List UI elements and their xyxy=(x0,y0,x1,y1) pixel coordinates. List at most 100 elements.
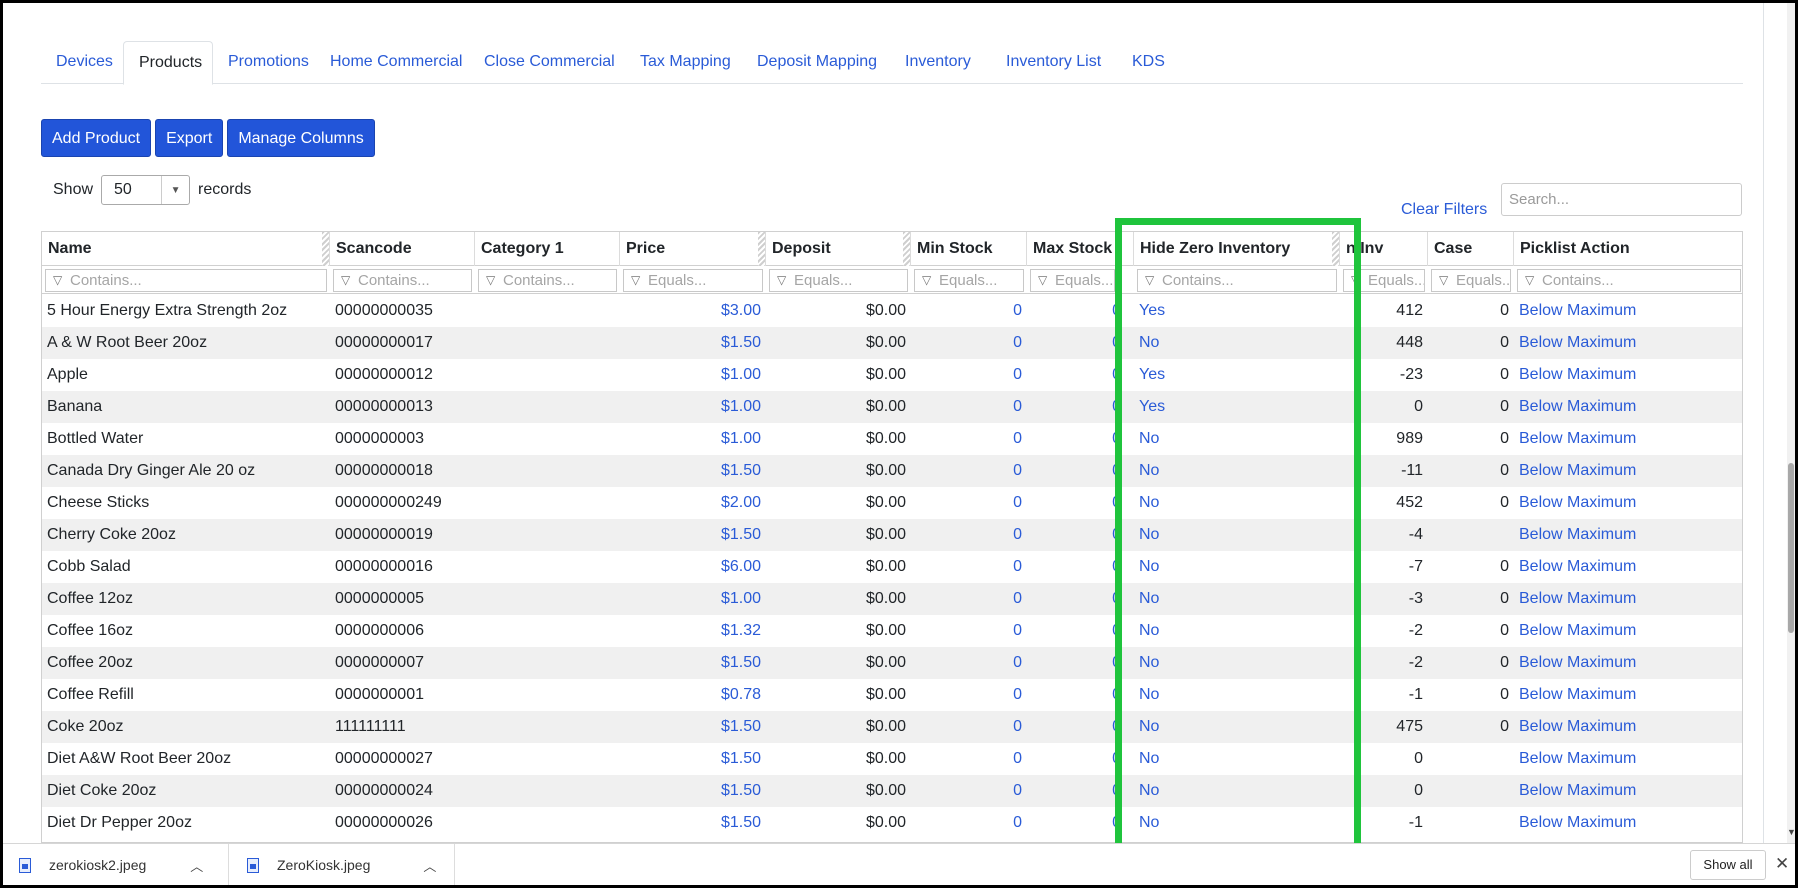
filter-icon[interactable]: ▽ xyxy=(631,270,640,291)
hide-zero-inventory-cell[interactable]: Yes xyxy=(1134,359,1340,391)
manage-columns-button[interactable]: Manage Columns xyxy=(227,119,375,157)
search-input[interactable] xyxy=(1501,183,1742,216)
filter-icon[interactable]: ▽ xyxy=(1351,270,1360,291)
max-stock-cell[interactable]: 0 xyxy=(1027,327,1126,359)
hide-zero-inventory-cell[interactable]: Yes xyxy=(1134,391,1340,423)
max-stock-cell[interactable]: 0 xyxy=(1027,359,1126,391)
picklist-action-cell[interactable]: Below Maximum xyxy=(1514,775,1742,807)
min-stock-cell[interactable]: 0 xyxy=(911,551,1027,583)
min-stock-cell[interactable]: 0 xyxy=(911,519,1027,551)
max-stock-cell[interactable]: 0 xyxy=(1027,519,1126,551)
picklist-action-cell[interactable]: Below Maximum xyxy=(1514,455,1742,487)
price-cell[interactable]: $1.50 xyxy=(620,327,766,359)
table-row[interactable]: Cobb Salad 00000000016 $6.00 $0.00 0 0 No -7 0 Be… xyxy=(42,551,1742,583)
max-stock-cell[interactable]: 0 xyxy=(1027,583,1126,615)
add-product-button[interactable]: Add Product xyxy=(41,119,152,157)
chevron-up-icon[interactable]: ︿ xyxy=(190,856,203,875)
min-stock-cell[interactable]: 0 xyxy=(911,391,1027,423)
min-stock-cell[interactable]: 0 xyxy=(911,775,1027,807)
filter-icon[interactable]: ▽ xyxy=(486,270,495,291)
picklist-action-cell[interactable]: Below Maximum xyxy=(1514,807,1742,839)
picklist-action-cell[interactable]: Below Maximum xyxy=(1514,551,1742,583)
price-cell[interactable]: $0.78 xyxy=(620,679,766,711)
price-cell[interactable]: $1.50 xyxy=(620,455,766,487)
column-header[interactable]: n Inv xyxy=(1340,232,1428,266)
column-filter-input[interactable]: ▽ Contains... xyxy=(478,269,617,292)
max-stock-cell[interactable]: 0 xyxy=(1027,391,1126,423)
column-header[interactable]: Case xyxy=(1428,232,1514,266)
min-stock-cell[interactable]: 0 xyxy=(911,359,1027,391)
price-cell[interactable]: $6.00 xyxy=(620,551,766,583)
hide-zero-inventory-cell[interactable]: No xyxy=(1134,807,1340,839)
column-filter-input[interactable]: ▽ Contains... xyxy=(333,269,472,292)
scroll-down-arrow-icon[interactable]: ▼ xyxy=(1787,827,1795,837)
tab-tax-mapping[interactable]: Tax Mapping xyxy=(625,41,742,84)
filter-icon[interactable]: ▽ xyxy=(1145,270,1154,291)
max-stock-cell[interactable]: 0 xyxy=(1027,775,1126,807)
column-header[interactable]: Deposit xyxy=(766,232,911,266)
picklist-action-cell[interactable]: Below Maximum xyxy=(1514,359,1742,391)
max-stock-cell[interactable]: 0 xyxy=(1027,423,1126,455)
hide-zero-inventory-cell[interactable]: No xyxy=(1134,487,1340,519)
table-row[interactable]: Cheese Sticks 000000000249 $2.00 $0.00 0 0 No 4… xyxy=(42,487,1742,519)
max-stock-cell[interactable]: 0 xyxy=(1027,679,1126,711)
hide-zero-inventory-cell[interactable]: No xyxy=(1134,519,1340,551)
tab-kds[interactable]: KDS xyxy=(1117,41,1177,84)
max-stock-cell[interactable]: 0 xyxy=(1027,807,1126,839)
price-cell[interactable]: $2.00 xyxy=(620,487,766,519)
column-header[interactable]: Min Stock xyxy=(911,232,1027,266)
min-stock-cell[interactable]: 0 xyxy=(911,743,1027,775)
column-header[interactable]: Price xyxy=(620,232,766,266)
column-filter-input[interactable]: ▽ Equals... xyxy=(623,269,763,292)
tab-promotions[interactable]: Promotions xyxy=(213,41,315,84)
price-cell[interactable]: $1.50 xyxy=(620,711,766,743)
table-row[interactable]: Diet A&W Root Beer 20oz 00000000027 $1.50 $… xyxy=(42,743,1742,775)
filter-icon[interactable]: ▽ xyxy=(1038,270,1047,291)
max-stock-cell[interactable]: 0 xyxy=(1027,295,1126,327)
close-icon[interactable]: ✕ xyxy=(1775,854,1789,874)
table-row[interactable]: Bottled Water 0000000003 $1.00 $0.00 0 0 No 989… xyxy=(42,423,1742,455)
min-stock-cell[interactable]: 0 xyxy=(911,423,1027,455)
column-resize-handle[interactable] xyxy=(1332,232,1339,266)
picklist-action-cell[interactable]: Below Maximum xyxy=(1514,743,1742,775)
price-cell[interactable]: $1.50 xyxy=(620,647,766,679)
tab-products[interactable]: Products xyxy=(123,41,213,85)
hide-zero-inventory-cell[interactable]: Yes xyxy=(1134,295,1340,327)
table-row[interactable]: Coffee 16oz 0000000006 $1.32 $0.00 0 0 No -2 0 Be… xyxy=(42,615,1742,647)
picklist-action-cell[interactable]: Below Maximum xyxy=(1514,423,1742,455)
picklist-action-cell[interactable]: Below Maximum xyxy=(1514,487,1742,519)
price-cell[interactable]: $3.00 xyxy=(620,295,766,327)
picklist-action-cell[interactable]: Below Maximum xyxy=(1514,391,1742,423)
price-cell[interactable]: $1.00 xyxy=(620,583,766,615)
hide-zero-inventory-cell[interactable]: No xyxy=(1134,647,1340,679)
column-filter-input[interactable]: ▽ Equals... xyxy=(914,269,1024,292)
column-filter-input[interactable]: ▽ Contains... xyxy=(45,269,327,292)
price-cell[interactable]: $1.50 xyxy=(620,743,766,775)
tab-deposit-mapping[interactable]: Deposit Mapping xyxy=(742,41,890,84)
min-stock-cell[interactable]: 0 xyxy=(911,647,1027,679)
tab-home-commercial[interactable]: Home Commercial xyxy=(315,41,469,84)
column-filter-input[interactable]: ▽ Equals... xyxy=(769,269,908,292)
max-stock-cell[interactable]: 0 xyxy=(1027,647,1126,679)
clear-filters-link[interactable]: Clear Filters xyxy=(1401,201,1487,219)
table-row[interactable]: Diet Dr Pepper 20oz 00000000026 $1.50 $0.00… xyxy=(42,807,1742,839)
column-filter-input[interactable]: ▽ Equals... xyxy=(1343,269,1425,292)
export-button[interactable]: Export xyxy=(155,119,224,157)
filter-icon[interactable]: ▽ xyxy=(53,270,62,291)
hide-zero-inventory-cell[interactable]: No xyxy=(1134,551,1340,583)
max-stock-cell[interactable]: 0 xyxy=(1027,615,1126,647)
column-header[interactable]: Category 1 xyxy=(475,232,620,266)
table-row[interactable]: Cherry Coke 20oz 00000000019 $1.50 $0.00 0 0 N… xyxy=(42,519,1742,551)
table-row[interactable]: Canada Dry Ginger Ale 20 oz 00000000018 $1… xyxy=(42,455,1742,487)
min-stock-cell[interactable]: 0 xyxy=(911,487,1027,519)
hide-zero-inventory-cell[interactable]: No xyxy=(1134,455,1340,487)
min-stock-cell[interactable]: 0 xyxy=(911,295,1027,327)
price-cell[interactable]: $1.00 xyxy=(620,391,766,423)
hide-zero-inventory-cell[interactable]: No xyxy=(1134,775,1340,807)
page-scrollbar[interactable] xyxy=(1787,3,1795,843)
hide-zero-inventory-cell[interactable]: No xyxy=(1134,743,1340,775)
max-stock-cell[interactable]: 0 xyxy=(1027,711,1126,743)
filter-icon[interactable]: ▽ xyxy=(1439,270,1448,291)
scrollbar-thumb[interactable] xyxy=(1788,463,1794,633)
page-size-select[interactable]: 50 ▼ xyxy=(101,175,191,205)
